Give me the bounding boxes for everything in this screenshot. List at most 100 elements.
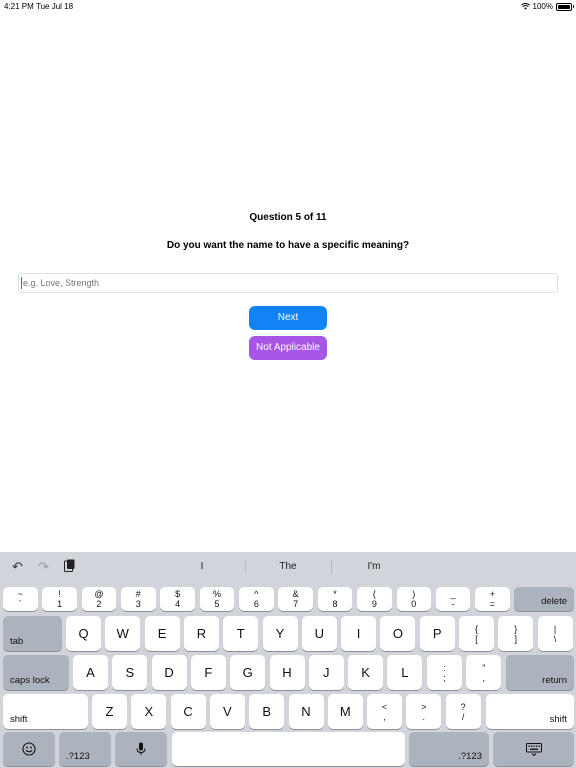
- key-base-symbol: 2: [96, 599, 102, 609]
- key-j[interactable]: J: [308, 655, 344, 690]
- key-0[interactable]: ) 0: [396, 587, 431, 611]
- key-shift-symbol: ^: [254, 589, 259, 599]
- key-label: Q: [78, 626, 89, 641]
- key-5[interactable]: % 5: [199, 587, 235, 611]
- key-o[interactable]: O: [380, 616, 416, 651]
- shift-right-key[interactable]: shift: [486, 694, 574, 729]
- suggestion-2[interactable]: The: [248, 561, 328, 572]
- key-8[interactable]: * 8: [317, 587, 353, 611]
- key-label: G: [242, 665, 253, 680]
- key-w[interactable]: W: [105, 616, 141, 651]
- key-shift-symbol: +: [489, 589, 496, 599]
- suggestion-3[interactable]: I'm: [334, 561, 414, 572]
- paste-icon[interactable]: [64, 559, 75, 575]
- key-r[interactable]: R: [183, 616, 219, 651]
- key-i[interactable]: I: [341, 616, 377, 651]
- key-label: shift: [549, 714, 567, 725]
- key-base-symbol: `: [18, 599, 22, 609]
- next-button[interactable]: Next: [249, 306, 327, 330]
- tab-key[interactable]: tab: [3, 616, 62, 651]
- key-base-symbol: ]: [514, 633, 518, 644]
- key-v[interactable]: V: [209, 694, 245, 729]
- key-d[interactable]: D: [151, 655, 187, 690]
- key-bracket-1[interactable]: }]: [498, 616, 534, 651]
- key-l[interactable]: L: [387, 655, 423, 690]
- key-h[interactable]: H: [269, 655, 305, 690]
- key-base-symbol: ,: [482, 672, 486, 683]
- key-3[interactable]: #3: [121, 587, 156, 611]
- delete-key[interactable]: delete: [514, 587, 574, 611]
- key-base-symbol: 3: [135, 599, 141, 609]
- key-c[interactable]: C: [170, 694, 206, 729]
- key-sym-2[interactable]: ? /: [445, 694, 481, 729]
- key-base-symbol: /: [461, 711, 465, 722]
- hide-keyboard-key[interactable]: [493, 732, 574, 766]
- key-punct-1[interactable]: ",: [466, 655, 502, 690]
- suggestion-divider: [331, 560, 332, 574]
- not-applicable-button[interactable]: Not Applicable: [249, 336, 327, 360]
- key-base-symbol: .: [422, 711, 426, 722]
- undo-icon[interactable]: ↶: [12, 559, 23, 575]
- key-shift-symbol: _: [450, 589, 456, 599]
- space-bar[interactable]: [172, 732, 405, 766]
- key--[interactable]: _ -: [435, 587, 471, 611]
- key-g[interactable]: G: [230, 655, 266, 690]
- key-t[interactable]: T: [223, 616, 259, 651]
- key-label: Z: [105, 704, 114, 719]
- status-bar: 4:21 PM Tue Jul 18 100%: [0, 0, 576, 14]
- key-punct-0[interactable]: :;: [427, 655, 462, 690]
- numbers-key-right[interactable]: .?123: [409, 732, 489, 766]
- key-1[interactable]: ! 1: [42, 587, 77, 611]
- emoji-key[interactable]: [3, 732, 55, 766]
- key-shift-symbol: $: [175, 589, 181, 599]
- key-6[interactable]: ^ 6: [239, 587, 274, 611]
- key-k[interactable]: K: [348, 655, 384, 690]
- key-base-symbol: 1: [57, 599, 63, 609]
- key-bracket-2[interactable]: | \: [537, 616, 573, 651]
- key-label: caps lock: [10, 675, 50, 686]
- redo-icon[interactable]: ↷: [38, 559, 49, 575]
- key-=[interactable]: + =: [475, 587, 510, 611]
- key-7[interactable]: & 7: [278, 587, 313, 611]
- emoji-icon: [22, 742, 36, 756]
- key-2[interactable]: @2: [81, 587, 117, 611]
- key-e[interactable]: E: [144, 616, 180, 651]
- key-base-symbol: ,: [383, 711, 386, 722]
- key-m[interactable]: M: [327, 694, 363, 729]
- key-label: delete: [541, 596, 567, 607]
- key-shift-symbol: ): [412, 589, 416, 599]
- key-f[interactable]: F: [190, 655, 226, 690]
- key-label: K: [361, 665, 370, 680]
- key-p[interactable]: P: [419, 616, 455, 651]
- key-sym-0[interactable]: <,: [367, 694, 402, 729]
- key-z[interactable]: Z: [92, 694, 127, 729]
- key-bracket-0[interactable]: {[: [459, 616, 494, 651]
- key-shift-symbol: ": [482, 662, 486, 673]
- key-s[interactable]: S: [112, 655, 148, 690]
- key-b[interactable]: B: [249, 694, 285, 729]
- battery-percent: 100%: [532, 2, 553, 11]
- key-y[interactable]: Y: [262, 616, 298, 651]
- key-a[interactable]: A: [73, 655, 108, 690]
- key-base-symbol: =: [489, 599, 496, 609]
- key-`[interactable]: ~ `: [3, 587, 38, 611]
- suggestion-1[interactable]: I: [162, 561, 242, 572]
- key-n[interactable]: N: [288, 694, 324, 729]
- key-label: U: [314, 626, 324, 641]
- shift-left-key[interactable]: shift: [3, 694, 88, 729]
- key-shift-symbol: %: [212, 589, 221, 599]
- key-q[interactable]: Q: [66, 616, 101, 651]
- key-label: return: [542, 675, 567, 686]
- answer-input[interactable]: [18, 273, 558, 293]
- hide-keyboard-icon: [525, 742, 542, 756]
- status-time: 4:21 PM: [4, 2, 34, 11]
- key-sym-1[interactable]: >.: [406, 694, 442, 729]
- dictation-key[interactable]: [115, 732, 167, 766]
- key-9[interactable]: (9: [357, 587, 392, 611]
- return-key[interactable]: return: [506, 655, 574, 690]
- key-4[interactable]: $4: [160, 587, 195, 611]
- key-x[interactable]: X: [131, 694, 167, 729]
- caps-lock-key[interactable]: caps lock: [3, 655, 69, 690]
- numbers-key-left[interactable]: .?123: [59, 732, 111, 766]
- key-u[interactable]: U: [301, 616, 337, 651]
